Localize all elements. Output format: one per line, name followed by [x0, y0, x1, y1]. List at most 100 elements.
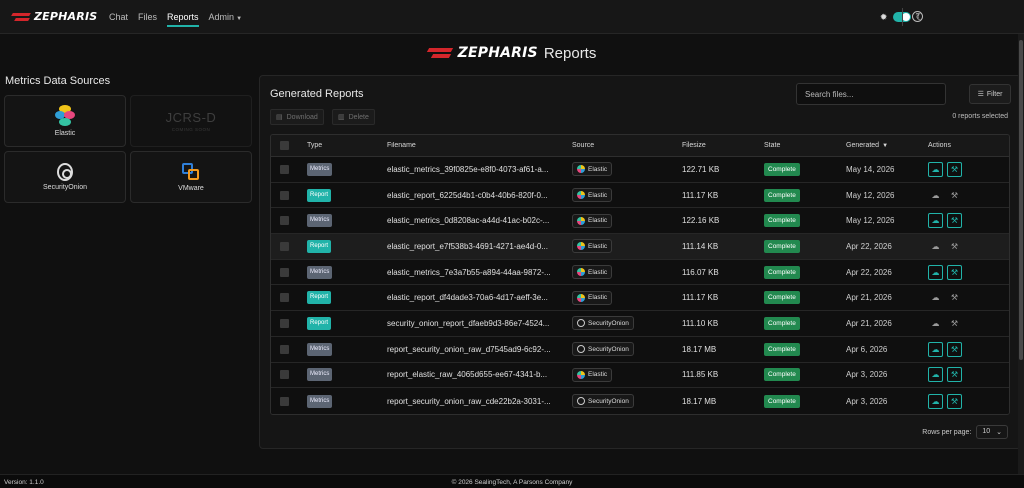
table-row[interactable]: Report elastic_report_6225d4b1-c0b4-40b6-…: [271, 182, 1009, 209]
nav-admin[interactable]: Admin ▼: [204, 0, 247, 34]
table-row[interactable]: Report elastic_report_df4dade3-70a6-4d17-…: [271, 285, 1009, 312]
filename-cell: elastic_report_e7f538b3-4691-4271-ae4d-0…: [387, 241, 549, 251]
col-state[interactable]: State: [764, 142, 846, 149]
col-generated[interactable]: Generated ▼: [846, 142, 928, 149]
magic-wand-icon[interactable]: ⚒: [947, 213, 962, 229]
elastic-icon: [577, 191, 585, 200]
row-checkbox[interactable]: [280, 293, 289, 303]
magic-wand-icon[interactable]: ⚒: [947, 290, 962, 305]
nav-chat[interactable]: Chat: [104, 0, 133, 34]
table-row[interactable]: Metrics report_security_onion_raw_d7545ad…: [271, 336, 1009, 363]
top-navbar: ZEPHARIS Chat Files Reports Admin ▼ ✹ ☾ ?: [0, 0, 1024, 34]
filename-cell: report_security_onion_raw_d7545ad9-6c92-…: [387, 344, 551, 354]
magic-wand-icon[interactable]: ⚒: [947, 367, 962, 383]
source-badge: SecurityOnion: [572, 342, 634, 357]
source-card-vmware[interactable]: VMware: [130, 151, 252, 203]
cloud-download-icon[interactable]: ☁: [928, 264, 943, 280]
reports-title: Generated Reports: [270, 88, 364, 100]
source-badge: SecurityOnion: [572, 316, 634, 331]
col-type[interactable]: Type: [307, 142, 387, 149]
rows-per-page-select[interactable]: 10 ⌄: [976, 425, 1008, 439]
magic-wand-icon[interactable]: ⚒: [947, 393, 962, 409]
brand-logo[interactable]: ZEPHARIS: [12, 10, 98, 23]
table-row[interactable]: Metrics elastic_metrics_39f0825e-e8f0-407…: [271, 157, 1009, 183]
source-label: Elastic: [588, 217, 608, 225]
elastic-icon: [577, 370, 585, 379]
nav-reports[interactable]: Reports: [162, 0, 204, 34]
table-row[interactable]: Metrics elastic_metrics_0d8208ac-a44d-41a…: [271, 208, 1009, 235]
elastic-icon: [55, 105, 75, 127]
generated-date: Apr 22, 2026: [846, 267, 892, 277]
magic-wand-icon[interactable]: ⚒: [947, 161, 962, 177]
type-badge: Metrics: [307, 342, 333, 356]
rows-per-page-label: Rows per page:: [922, 428, 972, 436]
table-row[interactable]: Metrics report_elastic_raw_4065d655-ee67-…: [271, 362, 1009, 389]
cloud-download-icon[interactable]: ☁: [928, 316, 943, 331]
row-checkbox[interactable]: [280, 267, 289, 277]
row-checkbox[interactable]: [280, 190, 289, 200]
security-onion-icon: [577, 319, 585, 328]
col-filename[interactable]: Filename: [387, 142, 572, 149]
table-row[interactable]: Report elastic_report_e7f538b3-4691-4271-…: [271, 234, 1009, 260]
table-row[interactable]: Report security_onion_report_dfaeb9d3-86e…: [271, 311, 1009, 337]
generated-date: Apr 21, 2026: [846, 318, 892, 328]
page-title: Reports: [543, 44, 597, 62]
elastic-icon: [577, 216, 585, 225]
col-source[interactable]: Source: [572, 142, 682, 149]
status-badge: Complete: [764, 239, 800, 253]
copyright-text: © 2026 SealingTech, A Parsons Company: [451, 479, 573, 486]
magic-wand-icon[interactable]: ⚒: [947, 341, 962, 357]
security-onion-icon: [57, 163, 73, 181]
source-label: Elastic: [588, 165, 608, 173]
table-row[interactable]: Metrics report_security_onion_raw_cde22b2…: [271, 388, 1009, 414]
help-icon[interactable]: ?: [912, 11, 923, 22]
page-scrollbar[interactable]: [1018, 34, 1024, 474]
status-badge: Complete: [764, 188, 800, 202]
nav-divider: [902, 8, 903, 26]
source-badge: Elastic: [572, 265, 613, 280]
filter-button[interactable]: ☰ Filter: [969, 84, 1011, 104]
search-input[interactable]: [796, 83, 946, 105]
table-row[interactable]: Metrics elastic_metrics_7e3a7b55-a894-44a…: [271, 259, 1009, 286]
magic-wand-icon[interactable]: ⚒: [947, 316, 962, 331]
cloud-download-icon[interactable]: ☁: [928, 213, 943, 229]
cloud-download-icon[interactable]: ☁: [928, 188, 943, 203]
row-checkbox[interactable]: [280, 164, 289, 174]
cloud-download-icon[interactable]: ☁: [928, 161, 943, 177]
table-header: Type Filename Source Filesize State Gene…: [271, 135, 1009, 157]
row-checkbox[interactable]: [280, 370, 289, 380]
chevron-down-icon: ⌄: [996, 429, 1002, 436]
status-badge: Complete: [764, 162, 800, 176]
download-button[interactable]: ▤ Download: [270, 109, 324, 125]
row-checkbox[interactable]: [280, 396, 289, 406]
cloud-download-icon[interactable]: ☁: [928, 341, 943, 357]
cloud-download-icon[interactable]: ☁: [928, 367, 943, 383]
col-filesize[interactable]: Filesize: [682, 142, 764, 149]
magic-wand-icon[interactable]: ⚒: [947, 239, 962, 254]
source-label: Elastic: [588, 242, 608, 250]
generated-date: Apr 3, 2026: [846, 396, 888, 406]
row-checkbox[interactable]: [280, 216, 289, 226]
select-all-checkbox[interactable]: [280, 141, 289, 150]
status-badge: Complete: [764, 394, 800, 408]
filesize-cell: 18.17 MB: [682, 344, 717, 354]
scrollbar-thumb[interactable]: [1019, 40, 1023, 360]
security-onion-icon: [577, 397, 585, 406]
source-badge: Elastic: [572, 239, 613, 254]
magic-wand-icon[interactable]: ⚒: [947, 264, 962, 280]
cloud-download-icon[interactable]: ☁: [928, 239, 943, 254]
row-checkbox[interactable]: [280, 241, 289, 251]
row-checkbox[interactable]: [280, 318, 289, 328]
footer: Version: 1.1.0 © 2026 SealingTech, A Par…: [0, 474, 1024, 488]
source-badge: Elastic: [572, 188, 613, 203]
row-checkbox[interactable]: [280, 344, 289, 354]
source-card-security-onion[interactable]: SecurityOnion: [4, 151, 126, 203]
cloud-download-icon[interactable]: ☁: [928, 290, 943, 305]
magic-wand-icon[interactable]: ⚒: [947, 188, 962, 203]
delete-button[interactable]: ▥ Delete: [332, 109, 375, 125]
source-card-elastic[interactable]: Elastic: [4, 95, 126, 147]
filename-cell: security_onion_report_dfaeb9d3-86e7-4524…: [387, 318, 550, 328]
source-label-vmware: VMware: [178, 185, 204, 192]
cloud-download-icon[interactable]: ☁: [928, 393, 943, 409]
nav-files[interactable]: Files: [133, 0, 162, 34]
